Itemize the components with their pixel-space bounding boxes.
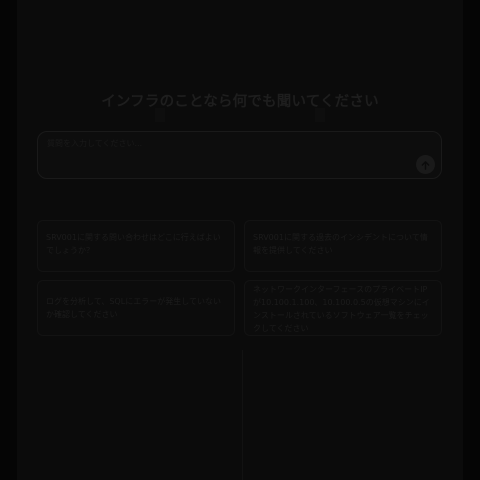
- question-input[interactable]: 質問を入力してください...: [37, 131, 442, 179]
- question-input-placeholder: 質問を入力してください...: [47, 139, 143, 148]
- suggestion-card[interactable]: SRV001に関する過去のインシデントについて情報を提供してください: [244, 220, 442, 272]
- suggestion-card[interactable]: SRV001に関する問い合わせはどこに行えばよいでしょうか？: [37, 220, 235, 272]
- suggestion-card[interactable]: ネットワークインターフェースのプライベートIPが10.100.1.100、10.…: [244, 280, 442, 336]
- send-arrow-icon: [421, 155, 430, 174]
- chat-panel: インフラのことなら何でも聞いてください 質問を入力してください... SRV00…: [17, 0, 463, 480]
- divider: [242, 350, 243, 480]
- suggestion-card[interactable]: ログを分析して、SQLにエラーが発生していないか確認してください: [37, 280, 235, 336]
- suggestion-text: SRV001に関する過去のインシデントについて情報を提供してください: [253, 233, 428, 255]
- send-button[interactable]: [416, 155, 435, 174]
- suggestion-text: SRV001に関する問い合わせはどこに行えばよいでしょうか？: [46, 233, 221, 255]
- heading-decoration: [17, 108, 463, 122]
- suggestion-text: ネットワークインターフェースのプライベートIPが10.100.1.100、10.…: [253, 285, 430, 333]
- suggestion-text: ログを分析して、SQLにエラーが発生していないか確認してください: [46, 297, 221, 319]
